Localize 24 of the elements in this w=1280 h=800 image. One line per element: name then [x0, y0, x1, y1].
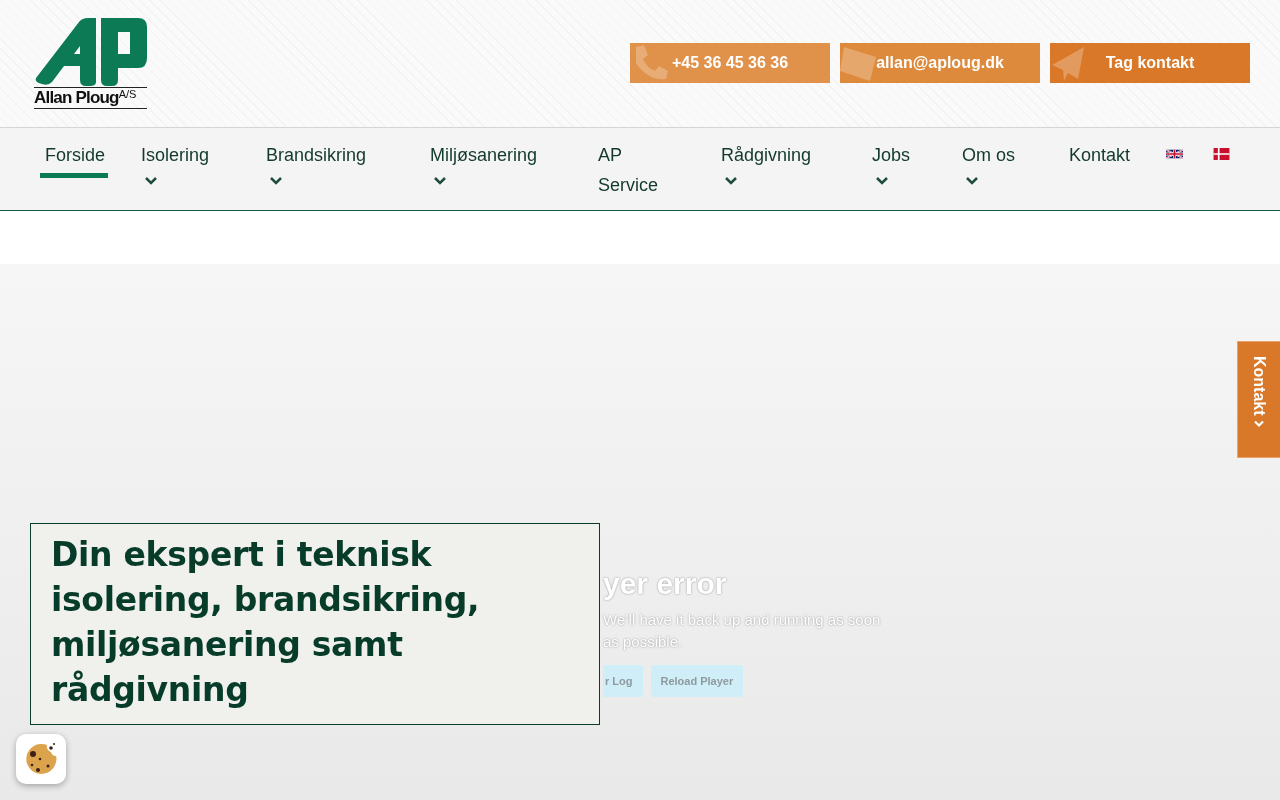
- logo-text: Allan Ploug: [34, 88, 119, 108]
- nav-item[interactable]: Om os: [957, 140, 1020, 178]
- chevron-down-icon[interactable]: [875, 176, 889, 186]
- chevron-down-icon[interactable]: [965, 176, 979, 186]
- cookie-button[interactable]: [16, 734, 66, 784]
- headline: Din ekspert i teknisk isolering, brandsikring, miljøsanering samt rådgivning: [30, 523, 600, 725]
- nav-item[interactable]: Forside: [40, 140, 108, 178]
- nav-item[interactable]: Miljøsanering: [425, 140, 543, 178]
- nav-item[interactable]: Jobs: [867, 140, 916, 178]
- nav-item[interactable]: AP Service: [593, 140, 688, 208]
- nav-item[interactable]: Isolering: [136, 140, 215, 178]
- chevron-down-icon[interactable]: [269, 176, 283, 186]
- chevron-down-icon[interactable]: [144, 176, 158, 186]
- logo-suffix: A/S: [118, 88, 137, 100]
- cookie-icon: [24, 742, 58, 776]
- nav-item[interactable]: Rådgivning: [716, 140, 817, 178]
- chevron-down-icon[interactable]: [724, 176, 738, 186]
- chevron-down-icon: [1254, 419, 1264, 428]
- logo-icon[interactable]: [34, 18, 147, 86]
- nav-item[interactable]: Kontakt: [1064, 140, 1136, 178]
- nav-item[interactable]: Brandsikring: [261, 140, 372, 178]
- chevron-down-icon[interactable]: [433, 176, 447, 186]
- danish-flag-icon[interactable]: [1213, 148, 1230, 160]
- uk-flag-icon[interactable]: [1166, 148, 1183, 160]
